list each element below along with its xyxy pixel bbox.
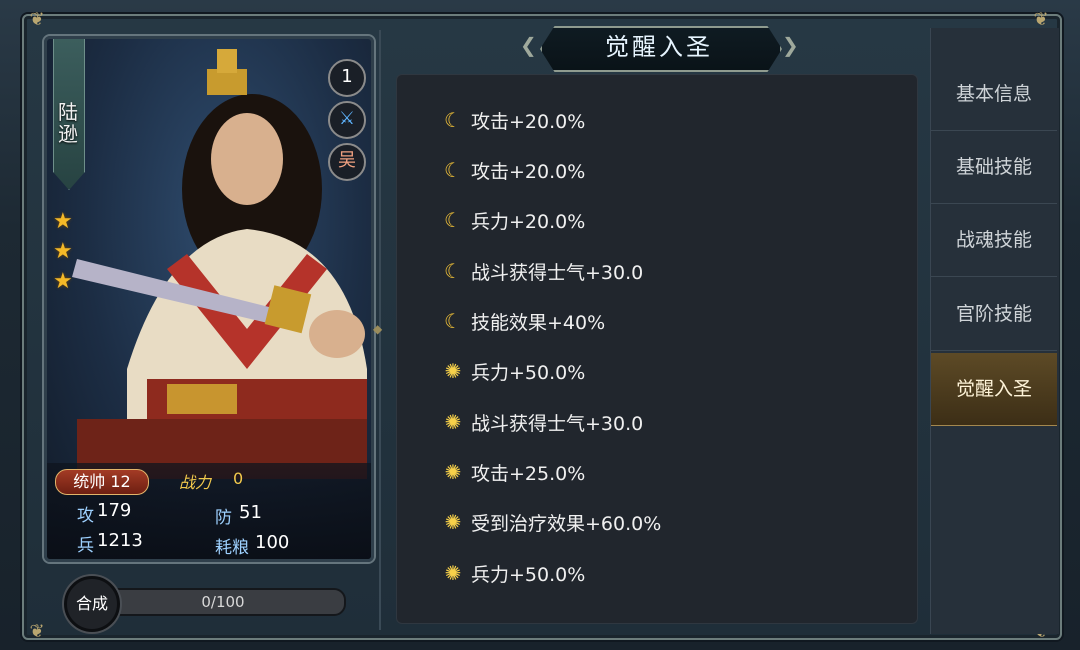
tab-basic-info[interactable]: 基本信息 xyxy=(931,58,1057,131)
merge-progress-text: 0/100 xyxy=(201,593,245,611)
attack-value: 179 xyxy=(97,500,132,521)
list-item: ☾ 攻击+20.0% xyxy=(441,105,585,135)
list-item: ✺ 兵力+50.0% xyxy=(441,558,586,588)
corner-ornament-icon: ❦ xyxy=(1033,9,1049,30)
list-item: ✺ 攻击+25.0% xyxy=(441,457,586,487)
troops-value: 1213 xyxy=(97,530,143,551)
hero-stats-panel: 统帅 12 战力 0 攻 179 防 51 兵 1213 耗粮 100 xyxy=(47,463,371,559)
tab-basic-skills[interactable]: 基础技能 xyxy=(931,131,1057,204)
bonus-text: 攻击+20.0% xyxy=(471,160,586,183)
sun-icon: ✺ xyxy=(444,410,462,434)
bonus-text: 兵力+50.0% xyxy=(471,563,586,586)
food-cost-value: 100 xyxy=(255,532,290,553)
hero-name: 陆逊 xyxy=(58,100,78,146)
sun-icon: ✺ xyxy=(444,359,462,383)
list-item: ☾ 技能效果+40% xyxy=(441,306,605,336)
sun-icon: ✺ xyxy=(444,460,462,484)
bonus-text: 兵力+50.0% xyxy=(471,361,586,384)
corner-ornament-icon: ❦ xyxy=(29,9,45,30)
bonus-text: 受到治疗效果+60.0% xyxy=(471,512,662,535)
faction-badge: 吴 xyxy=(328,143,366,181)
merge-button[interactable]: 合成 xyxy=(64,576,120,632)
moon-icon: ☾ xyxy=(444,309,462,333)
list-item: ☾ 兵力+20.0% xyxy=(441,205,585,235)
list-item: ✺ 兵力+50.0% xyxy=(441,356,586,386)
tab-rank-skills[interactable]: 官阶技能 xyxy=(931,278,1057,351)
star-icon: ★ xyxy=(53,209,73,234)
moon-icon: ☾ xyxy=(444,208,462,232)
attack-label: 攻 xyxy=(77,506,94,526)
bonus-text: 攻击+25.0% xyxy=(471,462,586,485)
left-ornament-icon: ❮ xyxy=(520,33,537,57)
food-cost-label: 耗粮 xyxy=(215,538,249,558)
defense-value: 51 xyxy=(239,502,262,523)
bonus-text: 兵力+20.0% xyxy=(471,210,586,233)
side-tabs: 基本信息 基础技能 战魂技能 官阶技能 觉醒入圣 xyxy=(930,28,1059,634)
right-ornament-icon: ❯ xyxy=(782,33,799,57)
bonus-text: 攻击+20.0% xyxy=(471,110,586,133)
rank-badge: 统帅 12 xyxy=(55,469,149,495)
combat-power-label: 战力 xyxy=(179,473,212,492)
star-icon: ★ xyxy=(53,239,73,264)
hero-card[interactable]: 陆逊 ★ ★ ★ 1 ⚔ 吴 统帅 12 战力 0 攻 179 防 51 兵 1… xyxy=(44,36,374,562)
bonus-text: 战斗获得士气+30.0 xyxy=(471,261,644,284)
corner-ornament-icon: ❦ xyxy=(29,621,45,642)
level-badge: 1 xyxy=(328,59,366,97)
bonus-text: 技能效果+40% xyxy=(471,311,606,334)
troops-label: 兵 xyxy=(77,536,94,556)
bow-icon: ⚔ xyxy=(328,101,366,139)
page-title: 觉醒入圣 xyxy=(605,33,713,61)
tab-soul-skills[interactable]: 战魂技能 xyxy=(931,204,1057,277)
tab-awakening[interactable]: 觉醒入圣 xyxy=(931,353,1057,426)
moon-icon: ☾ xyxy=(444,108,462,132)
star-icon: ★ xyxy=(53,269,73,294)
list-item: ☾ 攻击+20.0% xyxy=(441,155,585,185)
combat-power-value: 0 xyxy=(233,469,244,488)
list-item: ✺ 战斗获得士气+30.0 xyxy=(441,407,644,437)
moon-icon: ☾ xyxy=(444,158,462,182)
sun-icon: ✺ xyxy=(444,561,462,585)
sun-icon: ✺ xyxy=(444,510,462,534)
defense-label: 防 xyxy=(215,508,232,528)
list-item: ☾ 战斗获得士气+30.0 xyxy=(441,256,643,286)
awakening-bonus-list: ☾ 攻击+20.0% ☾ 攻击+20.0% ☾ 兵力+20.0% ☾ 战斗获得士… xyxy=(396,74,918,624)
moon-icon: ☾ xyxy=(444,259,462,283)
list-item: ✺ 受到治疗效果+60.0% xyxy=(441,507,662,537)
merge-progress-bar: 0/100 xyxy=(100,588,346,616)
bonus-text: 战斗获得士气+30.0 xyxy=(471,412,644,435)
diamond-icon: ◆ xyxy=(373,322,383,336)
